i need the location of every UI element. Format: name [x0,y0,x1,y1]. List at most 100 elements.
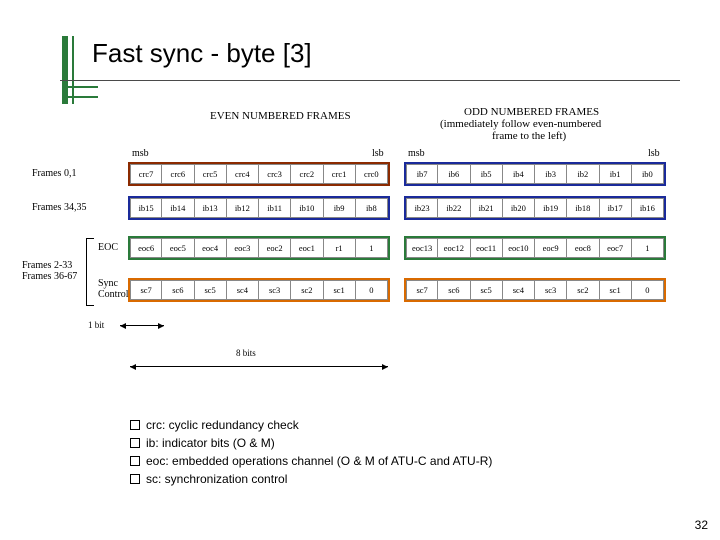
bit-cell: sc7 [130,280,162,300]
bit-cell: crc5 [195,164,227,184]
bit-cell: sc6 [162,280,194,300]
lsb-odd: lsb [648,148,660,159]
bit-cell: ib0 [632,164,664,184]
bit-cell: crc3 [259,164,291,184]
label-frames-3435: Frames 34,35 [32,202,86,213]
bit-cell: eoc8 [567,238,599,258]
bit-cell: eoc1 [291,238,323,258]
scale-8bits-arrow [130,366,388,367]
bit-cell: ib3 [535,164,567,184]
legend-crc: crc: cyclic redundancy check [130,416,492,434]
bit-cell: eoc9 [535,238,567,258]
bit-cell: ib7 [406,164,438,184]
row-crc-odd: ib7ib6ib5ib4ib3ib2ib1ib0 [406,164,664,184]
bit-cell: sc6 [438,280,470,300]
row-eoc-odd: eoc13eoc12eoc11eoc10eoc9eoc8eoc71 [406,238,664,258]
legend-ib: ib: indicator bits (O & M) [130,434,492,452]
bit-cell: ib9 [324,198,356,218]
bit-cell: 0 [632,280,664,300]
label-eoc: EOC [98,242,118,253]
group-bracket [86,238,94,306]
bit-cell: ib18 [567,198,599,218]
bit-cell: eoc7 [600,238,632,258]
bit-cell: r1 [324,238,356,258]
row-eoc-even: eoc6eoc5eoc4eoc3eoc2eoc1r11 [130,238,388,258]
bit-cell: sc1 [324,280,356,300]
bit-cell: ib10 [291,198,323,218]
label-frames-group: Frames 2-33 Frames 36-67 [22,260,77,282]
label-sc: Sync Control [98,278,129,300]
bit-cell: eoc2 [259,238,291,258]
bit-cell: sc7 [406,280,438,300]
bit-cell: ib11 [259,198,291,218]
slide-accent [62,36,74,104]
checkbox-icon [130,420,140,430]
bit-cell: eoc10 [503,238,535,258]
row-ib-even: ib15ib14ib13ib12ib11ib10ib9ib8 [130,198,388,218]
slide-title: Fast sync - byte [3] [92,38,312,69]
bit-cell: ib23 [406,198,438,218]
row-sc-even: sc7sc6sc5sc4sc3sc2sc10 [130,280,388,300]
bit-cell: ib13 [195,198,227,218]
row-crc-even: crc7crc6crc5crc4crc3crc2crc1crc0 [130,164,388,184]
sync-byte-diagram: EVEN NUMBERED FRAMES ODD NUMBERED FRAMES… [40,110,680,390]
checkbox-icon [130,456,140,466]
bit-cell: ib6 [438,164,470,184]
bit-cell: eoc12 [438,238,470,258]
bit-cell: ib1 [600,164,632,184]
bit-cell: 0 [356,280,388,300]
bit-cell: ib14 [162,198,194,218]
msb-odd: msb [408,148,425,159]
bit-cell: ib17 [600,198,632,218]
bit-cell: sc5 [195,280,227,300]
scale-1bit-label: 1 bit [88,320,104,330]
bit-cell: ib5 [471,164,503,184]
bit-cell: crc1 [324,164,356,184]
page-number: 32 [695,518,708,532]
bit-cell: sc2 [567,280,599,300]
bit-cell: eoc3 [227,238,259,258]
bit-cell: sc5 [471,280,503,300]
bit-cell: sc3 [535,280,567,300]
legend-eoc: eoc: embedded operations channel (O & M … [130,452,492,470]
title-rule [60,80,680,81]
bit-cell: 1 [356,238,388,258]
bit-cell: crc0 [356,164,388,184]
bit-cell: crc7 [130,164,162,184]
scale-1bit-arrow [120,325,164,326]
bit-cell: sc1 [600,280,632,300]
row-sc-odd: sc7sc6sc5sc4sc3sc2sc10 [406,280,664,300]
bit-cell: eoc13 [406,238,438,258]
bit-cell: eoc6 [130,238,162,258]
bit-cell: crc6 [162,164,194,184]
checkbox-icon [130,438,140,448]
msb-even: msb [132,148,149,159]
bit-cell: ib21 [471,198,503,218]
bit-cell: eoc4 [195,238,227,258]
header-odd-l1: ODD NUMBERED FRAMES [464,106,599,118]
label-frames-01: Frames 0,1 [32,168,76,179]
bit-cell: ib12 [227,198,259,218]
lsb-even: lsb [372,148,384,159]
bit-cell: ib4 [503,164,535,184]
bit-cell: sc4 [503,280,535,300]
bit-cell: sc4 [227,280,259,300]
bit-cell: ib16 [632,198,664,218]
row-ib-odd: ib23ib22ib21ib20ib19ib18ib17ib16 [406,198,664,218]
bit-cell: ib8 [356,198,388,218]
bit-cell: crc2 [291,164,323,184]
checkbox-icon [130,474,140,484]
bit-cell: 1 [632,238,664,258]
bit-cell: ib2 [567,164,599,184]
bit-cell: sc2 [291,280,323,300]
bit-cell: eoc11 [471,238,503,258]
header-odd-l2: (immediately follow even-numbered [440,118,601,130]
bit-cell: ib22 [438,198,470,218]
bit-cell: crc4 [227,164,259,184]
header-even: EVEN NUMBERED FRAMES [210,110,351,122]
header-odd-l3: frame to the left) [492,130,566,142]
bit-cell: eoc5 [162,238,194,258]
bit-cell: ib15 [130,198,162,218]
bit-cell: ib20 [503,198,535,218]
scale-8bits-label: 8 bits [236,348,256,358]
